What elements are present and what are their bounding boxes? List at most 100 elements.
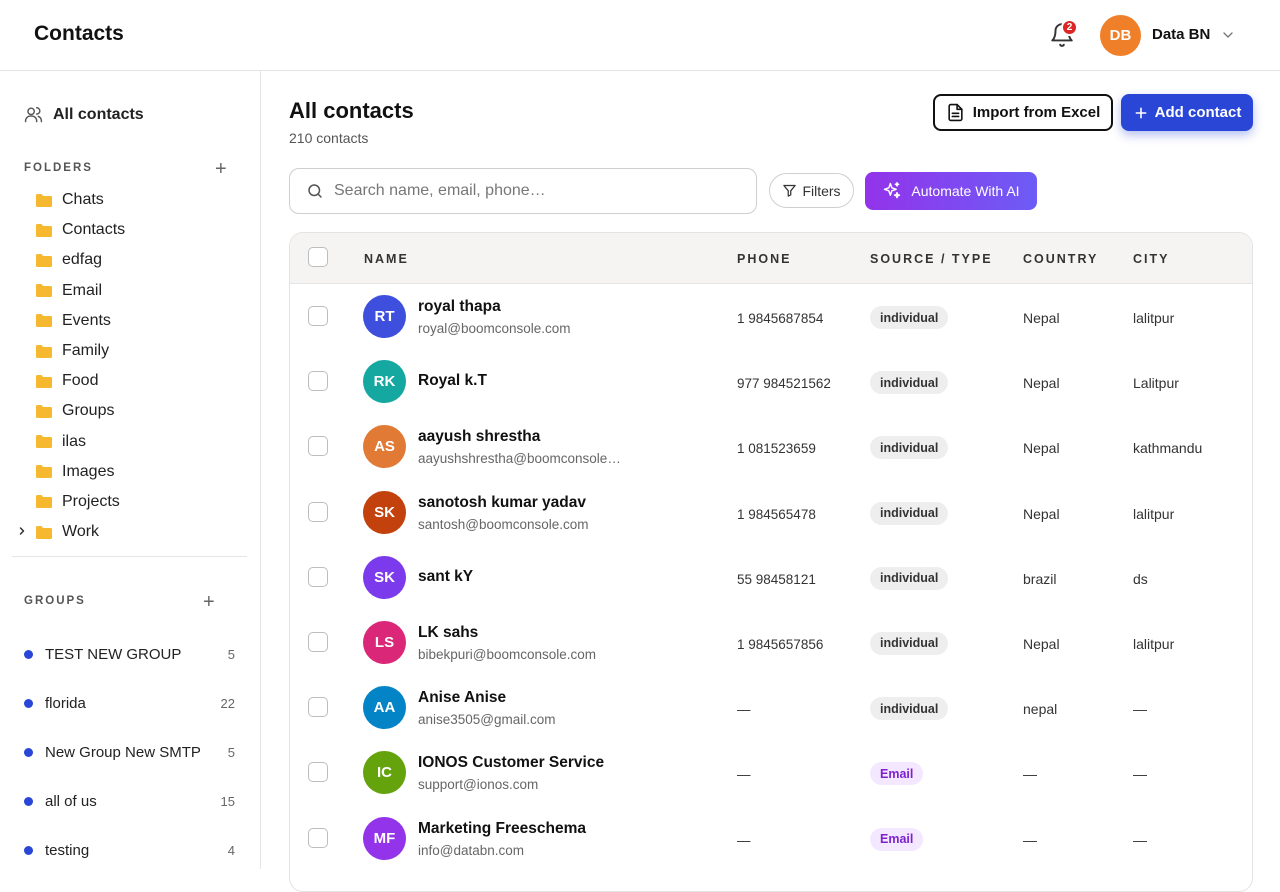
folder-icon — [36, 495, 52, 509]
select-all-checkbox[interactable] — [308, 247, 328, 267]
sidebar-divider — [12, 556, 247, 557]
import-excel-button[interactable]: Import from Excel — [933, 94, 1113, 131]
folder-item-family[interactable]: Family — [0, 336, 261, 366]
contact-name[interactable]: Marketing Freeschema — [418, 820, 586, 838]
row-checkbox[interactable] — [308, 501, 328, 522]
table-row[interactable]: RK Royal k.T 977 984521562 individual Ne… — [290, 349, 1252, 414]
type-badge: individual — [870, 371, 949, 395]
group-item[interactable]: testing 4 — [0, 826, 261, 875]
contact-phone: 1 984565478 — [737, 506, 816, 522]
user-name[interactable]: Data BN — [1152, 26, 1210, 43]
type-badge: individual — [870, 631, 949, 655]
contact-city: Lalitpur — [1133, 375, 1179, 392]
group-label: TEST NEW GROUP — [45, 646, 182, 663]
table-row[interactable]: AA Anise Anise anise3505@gmail.com — ind… — [290, 675, 1252, 740]
contact-avatar: AS — [363, 425, 406, 469]
contact-name[interactable]: aayush shrestha — [418, 428, 540, 446]
folder-icon — [36, 253, 52, 267]
contact-name[interactable]: sant kY — [418, 568, 473, 586]
automate-ai-button[interactable]: Automate With AI — [865, 172, 1037, 210]
contact-country: nepal — [1023, 701, 1058, 718]
contact-avatar: RT — [363, 295, 406, 338]
table-row[interactable]: LS LK sahs bibekpuri@boomconsole.com 1 9… — [290, 610, 1252, 675]
contact-country: — — [1023, 831, 1037, 848]
row-checkbox[interactable] — [308, 827, 328, 848]
group-label: testing — [45, 842, 90, 859]
search-box[interactable] — [289, 168, 757, 214]
contact-email: santosh@boomconsole.com — [418, 516, 589, 532]
user-avatar[interactable]: DB — [1100, 15, 1141, 56]
row-checkbox[interactable] — [308, 697, 328, 718]
group-dot — [24, 699, 33, 708]
group-item[interactable]: florida 22 — [0, 679, 261, 728]
contact-avatar: MF — [363, 816, 406, 860]
row-checkbox[interactable] — [308, 631, 328, 652]
group-count: 22 — [220, 696, 235, 711]
table-row[interactable]: AS aayush shrestha aayushshrestha@boomco… — [290, 414, 1252, 479]
group-item[interactable]: New Group New SMTP 5 — [0, 728, 261, 777]
folder-label: ilas — [62, 432, 87, 450]
add-folder-button[interactable]: + — [215, 159, 227, 179]
contact-country: — — [1023, 766, 1037, 783]
group-item[interactable]: TEST NEW GROUP 5 — [0, 630, 261, 679]
column-header-city[interactable]: CITY — [1133, 252, 1169, 266]
contact-city: — — [1133, 766, 1147, 783]
row-checkbox[interactable] — [308, 371, 328, 392]
folder-item-contacts[interactable]: Contacts — [0, 215, 261, 245]
main-content: All contacts 210 contacts Import from Ex… — [262, 71, 1280, 892]
folder-item-email[interactable]: Email — [0, 276, 261, 306]
row-checkbox[interactable] — [308, 762, 328, 783]
contact-name[interactable]: royal thapa — [418, 298, 501, 316]
contact-phone: 1 9845687854 — [737, 311, 824, 326]
folder-item-events[interactable]: Events — [0, 306, 261, 336]
column-header-phone[interactable]: PHONE — [737, 252, 791, 266]
folder-item-edfag[interactable]: edfag — [0, 245, 261, 275]
contact-city: kathmandu — [1133, 440, 1203, 457]
add-contact-button[interactable]: Add contact — [1121, 94, 1253, 131]
table-row[interactable]: IC IONOS Customer Service support@ionos.… — [290, 740, 1252, 805]
contact-phone: — — [737, 767, 751, 783]
folder-item-work[interactable]: Work — [0, 517, 261, 547]
folder-item-images[interactable]: Images — [0, 457, 261, 487]
group-item[interactable]: all of us 15 — [0, 777, 261, 826]
contact-name[interactable]: IONOS Customer Service — [418, 754, 604, 772]
contact-name[interactable]: Anise Anise — [418, 689, 506, 707]
table-row[interactable]: MF Marketing Freeschema info@databn.com … — [290, 806, 1252, 871]
folder-item-groups[interactable]: Groups — [0, 396, 261, 426]
column-header-name[interactable]: NAME — [364, 252, 409, 266]
folder-icon — [36, 404, 52, 418]
table-row[interactable]: RT royal thapa royal@boomconsole.com 1 9… — [290, 284, 1252, 349]
folder-item-chats[interactable]: Chats — [0, 185, 261, 215]
contact-city: lalitpur — [1133, 505, 1175, 522]
group-count: 4 — [227, 843, 235, 858]
contact-name[interactable]: Royal k.T — [418, 372, 487, 390]
contact-city: — — [1133, 701, 1147, 718]
chevron-down-icon[interactable] — [1220, 27, 1236, 43]
table-row[interactable]: SK sanotosh kumar yadav santosh@boomcons… — [290, 480, 1252, 545]
contact-phone: 1 9845657856 — [737, 636, 824, 652]
row-checkbox[interactable] — [308, 566, 328, 587]
search-input[interactable] — [334, 182, 734, 200]
chevron-right-icon[interactable] — [16, 525, 28, 537]
row-checkbox[interactable] — [308, 436, 328, 457]
contact-name[interactable]: sanotosh kumar yadav — [418, 494, 586, 512]
folder-item-food[interactable]: Food — [0, 366, 261, 396]
folder-item-ilas[interactable]: ilas — [0, 427, 261, 457]
add-group-button[interactable]: + — [203, 592, 215, 612]
column-header-source-type[interactable]: SOURCE / TYPE — [870, 252, 993, 266]
folder-item-projects[interactable]: Projects — [0, 487, 261, 517]
table-header: NAME PHONE SOURCE / TYPE COUNTRY CITY — [290, 233, 1252, 284]
contact-avatar: SK — [363, 555, 406, 599]
table-row[interactable]: SK sant kY 55 98458121 individual brazil… — [290, 545, 1252, 610]
sparkle-icon — [884, 181, 901, 199]
filters-button[interactable]: Filters — [769, 173, 854, 208]
contact-city: lalitpur — [1133, 310, 1175, 326]
type-badge: individual — [870, 501, 949, 525]
column-header-country[interactable]: COUNTRY — [1023, 252, 1098, 266]
folder-icon — [36, 344, 52, 358]
group-dot — [24, 797, 33, 806]
sidebar-item-all-contacts[interactable]: All contacts — [24, 105, 144, 124]
row-checkbox[interactable] — [308, 306, 328, 326]
group-dot — [24, 748, 33, 757]
contact-name[interactable]: LK sahs — [418, 624, 478, 642]
